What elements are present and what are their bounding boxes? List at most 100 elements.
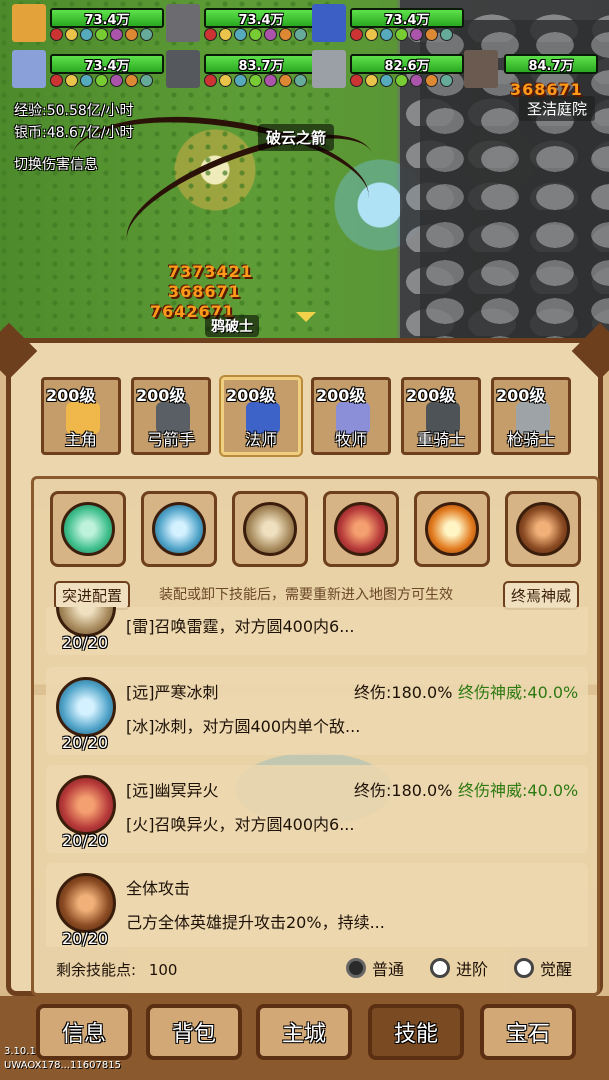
toggle-damage-info[interactable]: 切换伤害信息 <box>14 154 98 174</box>
hero-portrait <box>12 50 46 88</box>
hp-text: 73.4万 <box>84 13 130 28</box>
hp-bar: 73.4万 <box>350 8 464 28</box>
green-orb-icon <box>61 502 115 556</box>
hp-text: 84.7万 <box>528 59 574 74</box>
skill-slot-1[interactable] <box>50 491 126 567</box>
battle-view: 73.4万 73.4万 73.4万 73.4万 83.7万 82.6万 84.7… <box>0 0 609 345</box>
hero-name: 法师 <box>244 430 277 449</box>
mode-label: 觉醒 <box>540 960 573 979</box>
hero-tab-priest[interactable]: 200级 牧师 <box>311 377 391 455</box>
buff-icons <box>50 74 153 87</box>
nav-gem-button[interactable]: 宝石 <box>480 1004 576 1060</box>
hero-hp-card[interactable]: 73.4万 <box>160 4 320 44</box>
skill-description: [火]召唤异火，对方圆400内6... <box>126 815 355 834</box>
skills-area: 突进配置 装配或卸下技能后，需要重新进入地图方可生效 终焉神威 20/20 [雷… <box>31 476 600 996</box>
skill-name: [远]幽冥异火 <box>126 781 219 800</box>
hp-text: 73.4万 <box>84 59 130 74</box>
fire-orb-icon <box>334 502 388 556</box>
skill-description: [雷]召唤雷霆，对方圆400内6... <box>126 617 355 636</box>
hero-name: 重骑士 <box>416 430 465 449</box>
version-text: 3.10.1 <box>4 1046 36 1057</box>
nav-info-button[interactable]: 信息 <box>36 1004 132 1060</box>
hero-tabs: 200级 主角 200级 弓箭手 200级 法师 200级 牧师 200级 重骑… <box>41 377 571 455</box>
buff-icons <box>50 28 153 41</box>
hero-tab-mage[interactable]: 200级 法师 <box>221 377 301 455</box>
skill-description: [冰]冰刺，对方圆400内单个敌... <box>126 717 361 736</box>
hp-bar: 84.7万 <box>504 54 598 74</box>
hero-name: 主角 <box>64 430 97 449</box>
skill-name: 全体攻击 <box>126 879 191 898</box>
hero-name: 枪骑士 <box>506 430 555 449</box>
nav-city-button[interactable]: 主城 <box>256 1004 352 1060</box>
location-label: 圣洁庭院 <box>518 96 595 121</box>
hero-level: 200级 <box>316 386 366 405</box>
target-marker-icon <box>296 312 316 322</box>
hp-bar: 82.6万 <box>350 54 464 74</box>
skill-slot-6[interactable] <box>505 491 581 567</box>
hero-tab-archer[interactable]: 200级 弓箭手 <box>131 377 211 455</box>
damage-number: 368671 <box>510 80 583 99</box>
skill-final-damage: 终伤:180.0% <box>354 683 453 702</box>
hero-portrait <box>166 50 200 88</box>
skill-row-team-attack[interactable]: 20/20 全体攻击 己方全体英雄提升攻击20%，持续... <box>46 863 588 947</box>
enemy-name-label: 鸦破士 <box>205 315 259 337</box>
device-id-text: UWAOX178...11607815 <box>4 1060 121 1071</box>
hero-portrait <box>312 50 346 88</box>
radio-dot-icon <box>514 958 534 978</box>
panel-frame: 200级 主角 200级 弓箭手 200级 法师 200级 牧师 200级 重骑… <box>0 322 609 996</box>
mode-advanced-radio[interactable]: 进阶 <box>430 956 488 980</box>
meteor-orb-icon <box>425 502 479 556</box>
mode-normal-radio[interactable]: 普通 <box>346 956 404 980</box>
fist-orb-icon <box>56 873 116 933</box>
hero-hp-card[interactable]: 73.4万 <box>306 4 466 44</box>
hp-text: 82.6万 <box>384 59 430 74</box>
hero-level: 200级 <box>226 386 276 405</box>
hero-tab-lancer[interactable]: 200级 枪骑士 <box>491 377 571 455</box>
exp-rate: 经验:50.58亿/小时 <box>14 103 134 119</box>
damage-number: 7373421 <box>168 262 253 281</box>
radio-dot-icon <box>430 958 450 978</box>
skill-slot-3[interactable] <box>232 491 308 567</box>
skill-slot-4[interactable] <box>323 491 399 567</box>
fire-orb-icon <box>56 775 116 835</box>
hero-portrait <box>166 4 200 42</box>
mode-awaken-radio[interactable]: 觉醒 <box>514 956 572 980</box>
thunder-orb-icon <box>243 502 297 556</box>
hero-hp-card[interactable]: 82.6万 <box>306 50 466 90</box>
skill-slot-2[interactable] <box>141 491 217 567</box>
hero-hp-card[interactable]: 73.4万 <box>6 4 166 44</box>
hero-hp-card[interactable]: 83.7万 <box>160 50 320 90</box>
damage-number: 368671 <box>168 282 241 301</box>
mode-label: 进阶 <box>456 960 489 979</box>
hp-bar: 83.7万 <box>204 54 318 74</box>
skill-level-count: 20/20 <box>62 831 109 850</box>
hero-tab-main[interactable]: 200级 主角 <box>41 377 121 455</box>
hp-text: 83.7万 <box>238 59 284 74</box>
ultimate-button[interactable]: 终焉神威 <box>502 581 579 610</box>
skill-slot-5[interactable] <box>414 491 490 567</box>
hp-bar: 73.4万 <box>50 54 164 74</box>
radio-dot-icon <box>346 958 366 978</box>
hero-level: 200级 <box>406 386 456 405</box>
equip-hint: 装配或卸下技能后，需要重新进入地图方可生效 <box>159 587 453 603</box>
fist-orb-icon <box>516 502 570 556</box>
hero-name: 弓箭手 <box>146 430 195 449</box>
skill-panel: 200级 主角 200级 弓箭手 200级 法师 200级 牧师 200级 重骑… <box>0 322 609 1080</box>
hero-tab-heavy-knight[interactable]: 200级 重骑士 <box>401 377 481 455</box>
hero-portrait <box>12 4 46 42</box>
breakthrough-config-button[interactable]: 突进配置 <box>54 581 131 610</box>
skill-points-value: 100 <box>148 961 178 979</box>
hero-level: 200级 <box>496 386 546 405</box>
skill-cast-label: 破云之箭 <box>258 124 335 151</box>
bottom-nav: 信息 背包 主城 技能 宝石 3.10.1 UWAOX178...1160781… <box>0 996 609 1080</box>
hero-level: 200级 <box>46 386 96 405</box>
skill-ultimate-damage: 终伤神威:40.0% <box>458 781 579 800</box>
skill-level-count: 20/20 <box>62 633 109 652</box>
nav-bag-button[interactable]: 背包 <box>146 1004 242 1060</box>
skill-row-fire[interactable]: 20/20 [远]幽冥异火 终伤:180.0% 终伤神威:40.0% [火]召唤… <box>46 765 588 853</box>
hero-hp-card[interactable]: 73.4万 <box>6 50 166 90</box>
nav-skill-button[interactable]: 技能 <box>368 1004 464 1060</box>
skill-row-thunder[interactable]: 20/20 [雷]召唤雷霆，对方圆400内6... <box>46 607 588 655</box>
skill-list[interactable]: 20/20 [雷]召唤雷霆，对方圆400内6... 20/20 [远]严寒冰刺 … <box>46 607 588 947</box>
skill-row-ice[interactable]: 20/20 [远]严寒冰刺 终伤:180.0% 终伤神威:40.0% [冰]冰刺… <box>46 667 588 755</box>
